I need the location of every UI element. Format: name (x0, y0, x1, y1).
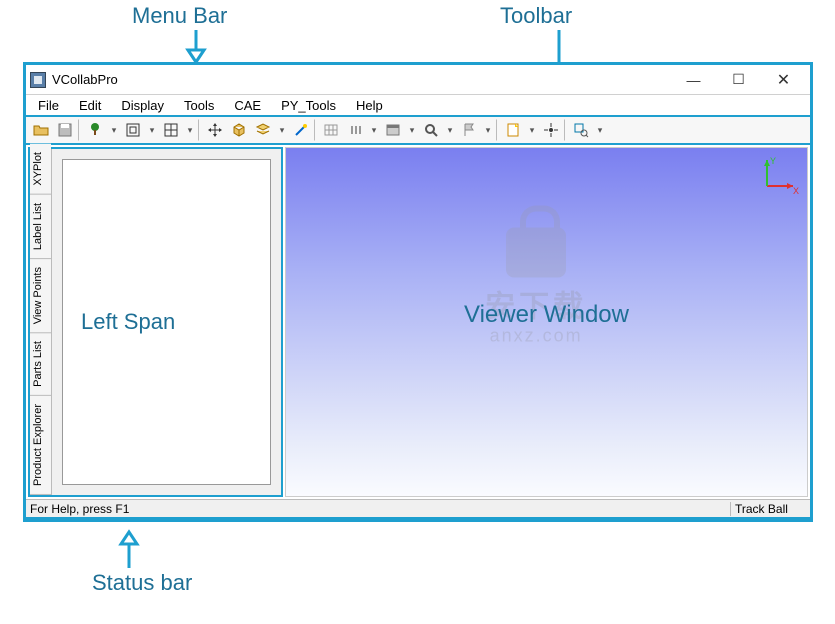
dropdown-arrow-icon[interactable]: ▾ (406, 119, 418, 141)
toolbar-separator (496, 119, 500, 141)
vtab-view-points[interactable]: View Points (30, 259, 51, 333)
svg-text:X: X (793, 186, 799, 194)
vtab-parts-list[interactable]: Parts List (30, 333, 51, 396)
dropdown-arrow-icon[interactable]: ▾ (184, 119, 196, 141)
list-icon[interactable] (344, 119, 366, 141)
close-button[interactable]: ✕ (761, 66, 806, 94)
workspace: Product Explorer Parts List View Points … (26, 145, 810, 499)
menu-cae[interactable]: CAE (226, 96, 269, 115)
dropdown-arrow-icon[interactable]: ▾ (594, 119, 606, 141)
axis-triad: X Y (759, 154, 799, 194)
left-span-label: Left Span (81, 309, 175, 335)
wand-icon[interactable] (290, 119, 312, 141)
target-icon[interactable] (540, 119, 562, 141)
toolbar: ▾ ▾ ▾ ▾ ▾ ▾ ▾ ▾ ▾ ▾ (26, 117, 810, 145)
annotation-statusbar: Status bar (92, 570, 192, 596)
window-icon[interactable] (382, 119, 404, 141)
note-icon[interactable] (502, 119, 524, 141)
arrow-statusbar (117, 528, 141, 571)
vtab-label-list[interactable]: Label List (30, 195, 51, 259)
menu-tools[interactable]: Tools (176, 96, 222, 115)
vertical-tabs: Product Explorer Parts List View Points … (30, 149, 52, 495)
box3d-icon[interactable] (228, 119, 250, 141)
dropdown-arrow-icon[interactable]: ▾ (108, 119, 120, 141)
viewer-window[interactable]: 安下载 anxz.com Viewer Window X Y (285, 147, 808, 497)
dropdown-arrow-icon[interactable]: ▾ (146, 119, 158, 141)
viewer-label: Viewer Window (464, 301, 629, 329)
window-title: VCollabPro (52, 72, 118, 87)
dropdown-arrow-icon[interactable]: ▾ (276, 119, 288, 141)
save-icon[interactable] (54, 119, 76, 141)
menu-edit[interactable]: Edit (71, 96, 109, 115)
layers-icon[interactable] (252, 119, 274, 141)
vtab-product-explorer[interactable]: Product Explorer (30, 396, 51, 495)
mesh-icon[interactable] (320, 119, 342, 141)
toolbar-separator (314, 119, 318, 141)
grid-icon[interactable] (160, 119, 182, 141)
svg-text:Y: Y (770, 156, 776, 166)
app-icon (30, 72, 46, 88)
status-bar: For Help, press F1 Track Ball (26, 499, 810, 519)
toolbar-separator (198, 119, 202, 141)
lock-icon (506, 228, 566, 278)
menu-display[interactable]: Display (113, 96, 172, 115)
fit-icon[interactable] (122, 119, 144, 141)
menu-pytools[interactable]: PY_Tools (273, 96, 344, 115)
status-mode: Track Ball (730, 502, 810, 516)
tree-icon[interactable] (84, 119, 106, 141)
left-panel: Product Explorer Parts List View Points … (28, 147, 283, 497)
minimize-button[interactable]: — (671, 66, 716, 94)
select-zoom-icon[interactable] (570, 119, 592, 141)
dropdown-arrow-icon[interactable]: ▾ (444, 119, 456, 141)
annotation-menubar: Menu Bar (132, 3, 227, 29)
move-icon[interactable] (204, 119, 226, 141)
app-window: VCollabPro — ☐ ✕ File Edit Display Tools… (23, 62, 813, 522)
menu-file[interactable]: File (30, 96, 67, 115)
maximize-button[interactable]: ☐ (716, 66, 761, 94)
toolbar-separator (78, 119, 82, 141)
zoom-icon[interactable] (420, 119, 442, 141)
toolbar-separator (564, 119, 568, 141)
title-bar[interactable]: VCollabPro — ☐ ✕ (26, 65, 810, 95)
dropdown-arrow-icon[interactable]: ▾ (482, 119, 494, 141)
flag-icon[interactable] (458, 119, 480, 141)
dropdown-arrow-icon[interactable]: ▾ (526, 119, 538, 141)
dropdown-arrow-icon[interactable]: ▾ (368, 119, 380, 141)
menu-bar: File Edit Display Tools CAE PY_Tools Hel… (26, 95, 810, 117)
open-icon[interactable] (30, 119, 52, 141)
left-content: Left Span (62, 159, 271, 485)
menu-help[interactable]: Help (348, 96, 391, 115)
status-help-text: For Help, press F1 (26, 502, 730, 516)
annotation-toolbar: Toolbar (500, 3, 572, 29)
vtab-xyplot[interactable]: XYPlot (30, 144, 51, 195)
